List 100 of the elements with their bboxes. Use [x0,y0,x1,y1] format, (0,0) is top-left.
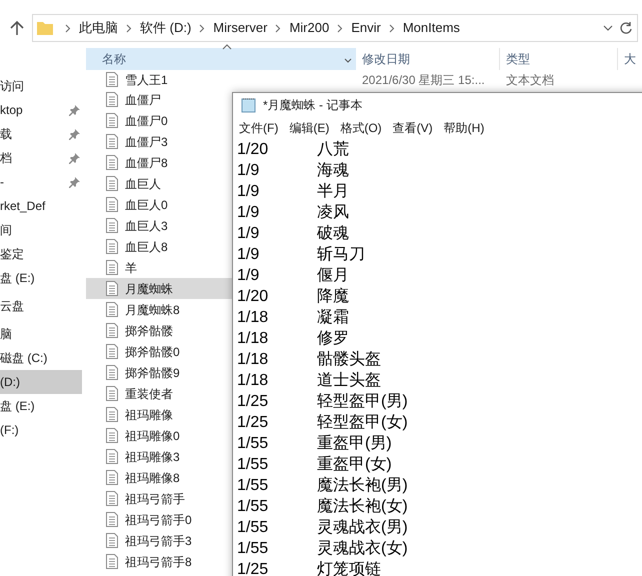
file-row[interactable]: 血巨人3 [86,215,236,236]
document-icon [106,386,118,401]
chevron-icon [65,24,71,32]
sidebar-item[interactable]: 盘 (E:) [0,394,82,418]
file-name[interactable]: 雪人王1 [125,70,168,88]
type-cell-text: 文本文档 [505,72,554,88]
text-line: 魔法长袍(女) [317,496,408,516]
file-row[interactable]: 祖玛弓箭手0 [86,509,236,530]
sidebar-item[interactable]: 访问 [0,74,82,98]
sidebar-item[interactable]: - [0,170,82,194]
address-bar[interactable]: 此电脑 软件 (D:) Mirserver Mir200 Envir MonItems [32,14,638,42]
sidebar-item[interactable]: rket_Def [0,194,82,218]
file-row[interactable]: 月魔蜘蛛8 [86,299,236,320]
chevron-icon [337,24,344,32]
file-row[interactable]: 祖玛弓箭手8 [86,551,236,572]
file-row[interactable]: 祖玛弓箭手 [86,488,236,509]
breadcrumb-item[interactable]: Mirserver [213,18,268,38]
chevron-icon [126,24,132,32]
document-icon [106,72,118,87]
file-row[interactable]: 重装使者 [86,383,236,404]
file-row[interactable]: 掷斧骷髅9 [86,362,236,383]
menu-item[interactable]: 编辑(E) [289,119,330,137]
file-row[interactable]: 掷斧骷髅0 [86,341,236,362]
text-line: 1/18 [237,328,270,348]
text-line: 1/18 [237,350,270,370]
text-line: 魔法长袍(男) [317,476,408,496]
text-line: 道士头盔 [317,370,381,390]
text-line: 重盔甲(女) [317,454,392,474]
text-line: 重盔甲(男) [317,434,392,454]
file-row[interactable]: 祖玛弓箭手3 [86,530,236,551]
file-row[interactable]: 血僵尸3 [86,131,236,152]
breadcrumb-item[interactable]: 此电脑 [79,18,118,38]
menu-item[interactable]: 格式(O) [340,119,382,137]
text-line: 偃月 [317,266,349,286]
column-header[interactable]: 修改日期 [356,48,500,70]
document-icon [106,302,118,317]
document-icon [106,491,118,506]
refresh-icon[interactable] [619,21,633,35]
text-line: 1/9 [237,224,260,244]
text-line: 凝霜 [317,308,349,328]
file-row[interactable]: 血巨人8 [86,236,236,257]
pin-icon[interactable] [69,176,80,188]
document-icon [106,92,118,107]
sidebar-item[interactable]: 盘 (E:) [0,266,82,290]
sidebar-item[interactable]: 载 [0,122,82,146]
sidebar-item[interactable]: 间 [0,218,82,242]
breadcrumb-item[interactable]: 软件 (D:) [140,18,192,38]
file-row[interactable]: 羊 [86,257,236,278]
breadcrumb-item[interactable]: Envir [351,18,381,38]
document-icon [106,281,118,296]
document-icon [106,134,118,149]
file-row[interactable]: 血巨人 [86,173,236,194]
column-header[interactable]: 大 [618,48,636,70]
chevron-icon [388,24,395,32]
document-icon [106,428,118,443]
text-line: 1/18 [237,308,270,328]
sidebar-item[interactable]: 磁盘 (C:) [0,346,82,370]
sidebar-item[interactable]: 鉴定 [0,242,82,266]
sidebar-item[interactable]: (F:) [0,418,82,442]
pin-icon[interactable] [69,104,80,116]
pin-icon[interactable] [69,128,80,140]
sidebar-item[interactable]: 脑 [0,322,82,346]
document-icon [106,449,118,464]
text-line: 1/20 [237,286,270,306]
file-row[interactable]: 血僵尸8 [86,152,236,173]
file-row[interactable]: 掷斧骷髅 [86,320,236,341]
document-icon [106,407,118,422]
file-row[interactable]: 血僵尸0 [86,110,236,131]
text-line: 1/55 [237,454,270,474]
text-line: 破魂 [317,224,349,244]
breadcrumb-item[interactable]: MonItems [402,18,460,38]
text-line: 1/55 [237,496,270,516]
text-line: 1/55 [237,434,270,454]
sidebar-item[interactable]: 云盘 [0,294,82,318]
column-header[interactable]: 类型 [500,48,618,70]
chevron-icon [199,24,206,32]
dropdown-icon[interactable] [344,58,352,63]
file-row[interactable]: 祖玛雕像0 [86,425,236,446]
file-row[interactable]: 血巨人0 [86,194,236,215]
sidebar-item[interactable]: (D:) [0,370,82,394]
file-row[interactable]: 祖玛雕像 [86,404,236,425]
sidebar-item[interactable]: ktop [0,98,82,122]
text-line: 1/25 [237,560,270,576]
sort-caret-icon [222,44,232,50]
menu-item[interactable]: 帮助(H) [444,119,484,137]
breadcrumb-item[interactable]: Mir200 [289,18,330,38]
dropdown-icon[interactable] [603,25,613,31]
up-arrow-icon[interactable] [10,20,24,36]
text-line: 凌风 [317,202,349,222]
file-row[interactable]: 祖玛雕像8 [86,467,236,488]
document-icon [106,344,118,359]
menu-item[interactable]: 查看(V) [392,119,433,137]
pin-icon[interactable] [69,152,80,164]
file-row[interactable]: 祖玛雕像3 [86,446,236,467]
file-row[interactable]: 血僵尸 [86,89,236,110]
menu-item[interactable]: 文件(F) [239,119,278,137]
chevron-icon [275,24,282,32]
sidebar-item[interactable]: 档 [0,146,82,170]
document-icon [106,365,118,380]
folder-icon [37,21,53,35]
